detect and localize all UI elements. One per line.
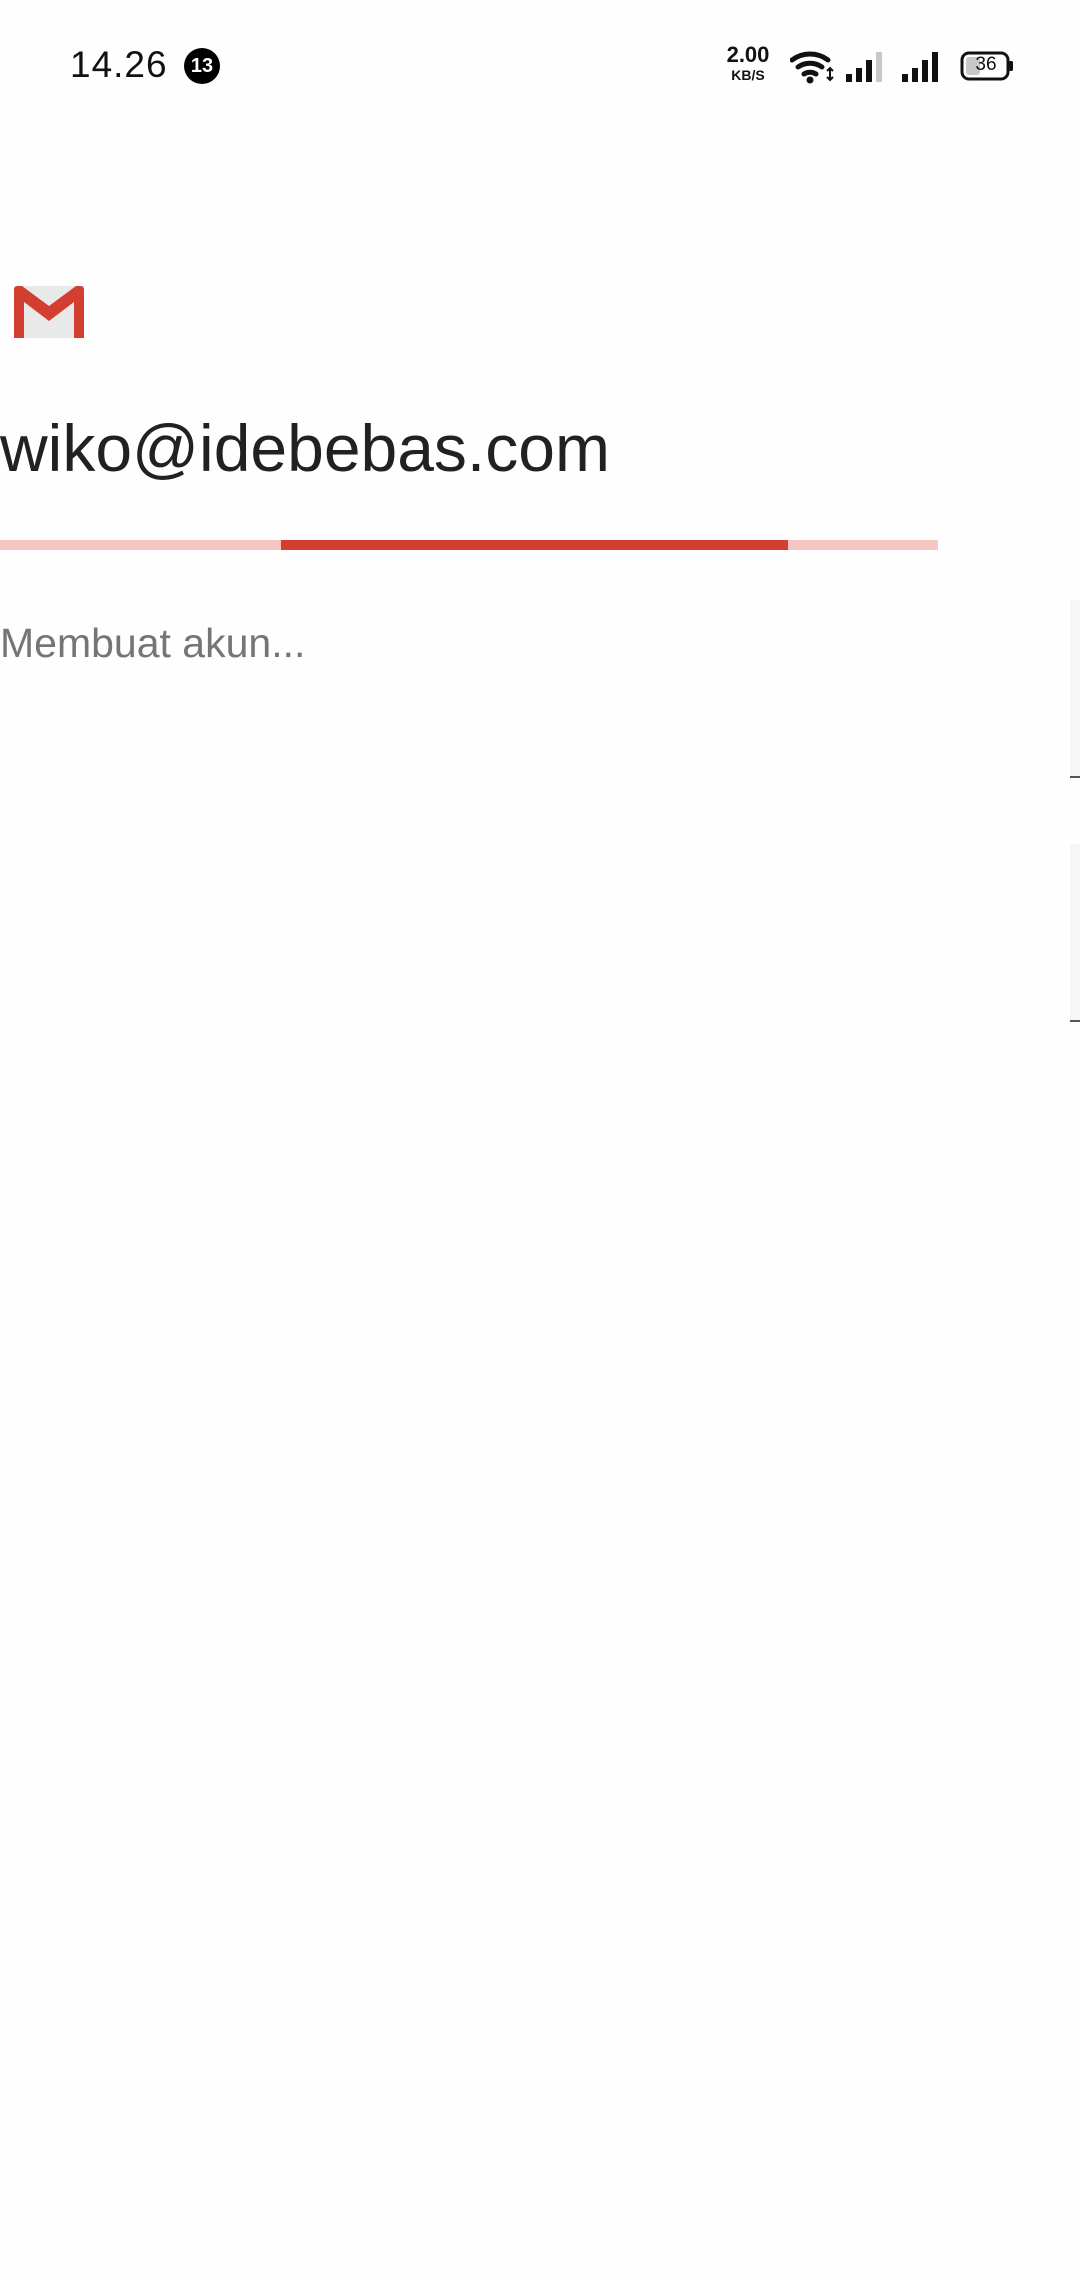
status-message: Membuat akun... (0, 620, 306, 666)
screen: 14.26 13 2.00 KB/S 36 wiko@idebebas.com … (0, 0, 1080, 2280)
notification-count-badge: 13 (184, 48, 220, 84)
offscreen-card-edge (1070, 600, 1080, 778)
status-bar: 14.26 13 2.00 KB/S 36 (0, 0, 1080, 132)
wifi-icon (790, 51, 834, 84)
network-speed: 2.00 KB/S (722, 42, 774, 83)
account-email: wiko@idebebas.com (0, 411, 610, 485)
progress-bar (0, 540, 938, 550)
signal-icon (846, 52, 882, 82)
gmail-logo-icon (14, 286, 84, 338)
signal-icon (902, 52, 938, 82)
network-speed-value: 2.00 (726, 42, 770, 67)
battery-level: 36 (975, 54, 997, 75)
progress-indicator (281, 540, 788, 550)
network-speed-unit: KB/S (731, 67, 765, 83)
offscreen-card-edge (1070, 844, 1080, 1022)
status-time: 14.26 (70, 44, 168, 85)
